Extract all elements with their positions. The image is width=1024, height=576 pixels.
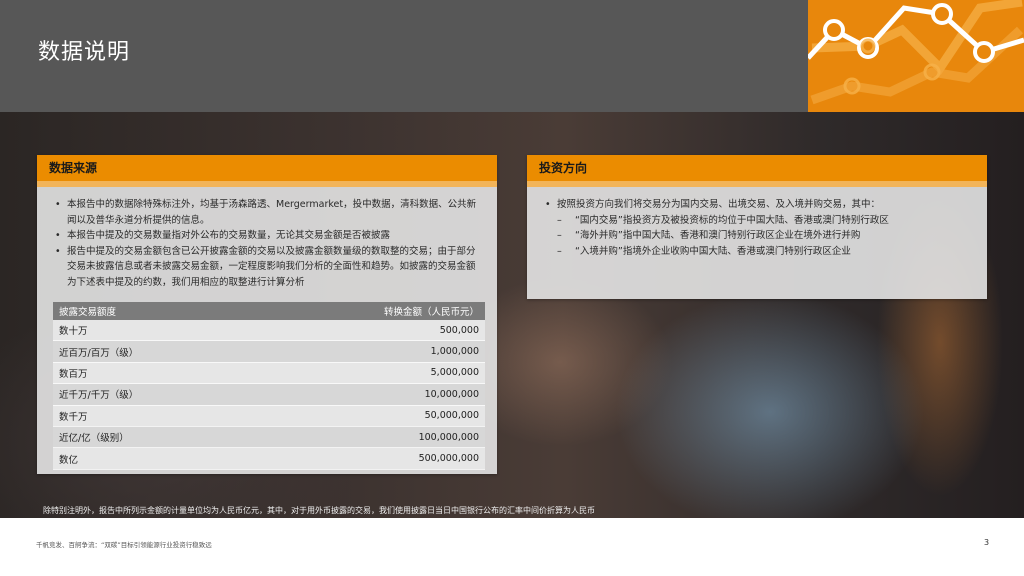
- trend-line-icon: [808, 0, 1024, 105]
- title-band: 数据说明: [0, 0, 808, 112]
- table-row: 数亿 500,000,000: [53, 447, 485, 470]
- table-header-row: 披露交易额度 转换金额（人民币元）: [53, 302, 485, 320]
- table-row: 数千万 50,000,000: [53, 405, 485, 427]
- footer-text: 千帆竞发、百舸争流：“双碳”目标引领能源行业投资行稳致远: [36, 541, 212, 549]
- footnote: 除特别注明外，报告中所列示金额的计量单位均为人民币亿元，其中，对于用外币披露的交…: [43, 506, 595, 515]
- investment-direction-bullets: 按照投资方向我们将交易分为国内交易、出境交易、及入境并购交易，其中：: [527, 187, 987, 213]
- page-number: 3: [984, 538, 990, 547]
- amount-conversion-table: 披露交易额度 转换金额（人民币元） 数十万 500,000 近百万/百万（级） …: [53, 302, 485, 470]
- data-source-bullets: 本报告中的数据除特殊标注外，均基于汤森路透、Mergermarket，投中数据，…: [37, 187, 497, 290]
- table-cell: 500,000,000: [251, 447, 485, 470]
- sub-item: “国内交易”指投资方及被投资标的均位于中国大陆、香港或澳门特别行政区: [557, 213, 973, 229]
- table-cell: 近千万/千万（级）: [53, 383, 252, 406]
- table-row: 数十万 500,000: [53, 320, 485, 342]
- investment-direction-panel: 投资方向 按照投资方向我们将交易分为国内交易、出境交易、及入境并购交易，其中： …: [527, 155, 987, 299]
- table-cell: 数亿: [53, 447, 252, 470]
- sub-item: “海外并购”指中国大陆、香港和澳门特别行政区企业在境外进行并购: [557, 228, 973, 244]
- data-source-panel: 数据来源 本报告中的数据除特殊标注外，均基于汤森路透、Mergermarket，…: [37, 155, 497, 474]
- bullet-item: 本报告中提及的交易数量指对外公布的交易数量，无论其交易金额是否被披露: [55, 228, 483, 244]
- table-cell: 100,000,000: [251, 426, 485, 449]
- bullet-item: 本报告中的数据除特殊标注外，均基于汤森路透、Mergermarket，投中数据，…: [55, 197, 483, 228]
- table-cell: 50,000,000: [251, 405, 485, 427]
- bullet-item: 报告中提及的交易金额包含已公开披露金额的交易以及披露金额数量级的数取整的交易；由…: [55, 244, 483, 291]
- data-source-heading: 数据来源: [37, 155, 497, 187]
- investment-direction-heading: 投资方向: [527, 155, 987, 187]
- header-converted-amount: 转换金额（人民币元）: [251, 302, 485, 320]
- table-cell: 10,000,000: [251, 383, 485, 406]
- header-disclosed-amount: 披露交易额度: [53, 302, 252, 320]
- trend-graphic-logo: [808, 0, 1024, 112]
- table-row: 近百万/百万（级） 1,000,000: [53, 340, 485, 363]
- table-cell: 5,000,000: [251, 362, 485, 385]
- table-row: 近千万/千万（级） 10,000,000: [53, 383, 485, 406]
- table-cell: 数千万: [53, 405, 252, 427]
- sub-item: “入境并购”指境外企业收购中国大陆、香港或澳门特别行政区企业: [557, 244, 973, 260]
- page-title: 数据说明: [38, 40, 131, 65]
- table-cell: 1,000,000: [251, 340, 485, 363]
- investment-direction-subitems: “国内交易”指投资方及被投资标的均位于中国大陆、香港或澳门特别行政区 “海外并购…: [527, 213, 987, 260]
- table-cell: 近亿/亿（级别）: [53, 426, 252, 449]
- table-row: 数百万 5,000,000: [53, 362, 485, 385]
- table-row: 近亿/亿（级别） 100,000,000: [53, 426, 485, 449]
- table-cell: 500,000: [251, 320, 485, 342]
- table-cell: 近百万/百万（级）: [53, 340, 252, 363]
- bullet-item: 按照投资方向我们将交易分为国内交易、出境交易、及入境并购交易，其中：: [545, 197, 973, 213]
- table-cell: 数百万: [53, 362, 252, 385]
- table-cell: 数十万: [53, 320, 252, 342]
